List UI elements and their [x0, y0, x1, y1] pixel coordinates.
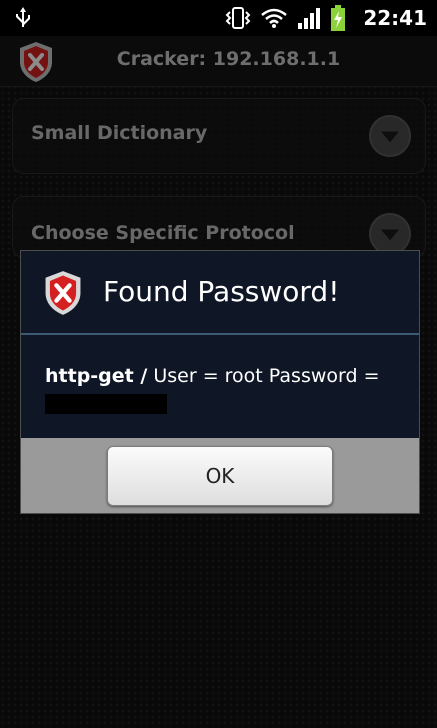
status-bar: 22:41: [0, 0, 437, 36]
status-time: 22:41: [363, 6, 427, 30]
redacted-password: [45, 393, 167, 414]
usb-icon: [16, 7, 30, 27]
found-password-dialog: Found Password! http-get / User = root P…: [20, 250, 420, 514]
dialog-protocol: http-get /: [45, 365, 148, 387]
dialog-credentials: User = root Password =: [153, 365, 380, 387]
ok-button[interactable]: OK: [107, 446, 333, 506]
wifi-icon: [261, 8, 288, 28]
dialog-title: Found Password!: [103, 275, 340, 308]
dialog-header: Found Password!: [21, 251, 419, 335]
dialog-button-bar: OK: [21, 438, 419, 513]
battery-charging-icon: [331, 5, 346, 31]
vibrate-icon: [225, 7, 251, 29]
shield-x-icon: [45, 271, 81, 315]
dialog-message: http-get / User = root Password =: [45, 363, 405, 415]
signal-icon: [298, 8, 321, 29]
